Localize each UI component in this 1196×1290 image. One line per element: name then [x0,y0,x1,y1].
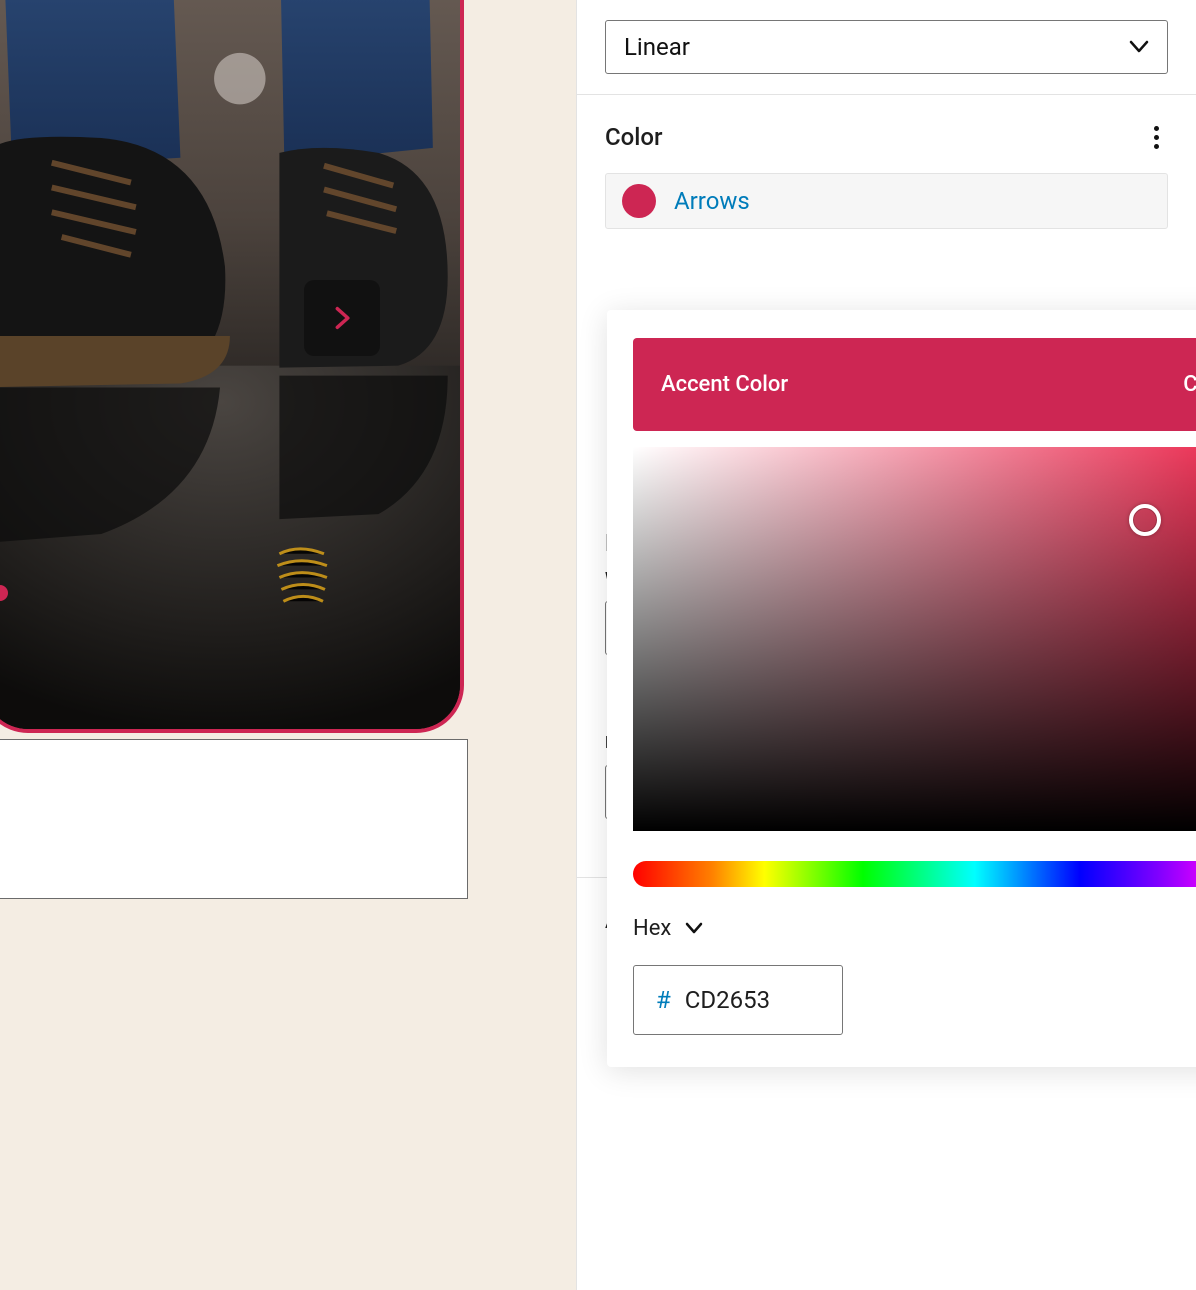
accent-color-title: Accent Color [661,372,788,397]
color-format-label: Hex [633,916,671,941]
slider-block[interactable] [0,0,464,733]
next-slide-button[interactable] [304,280,380,356]
color-item-arrows[interactable]: Arrows [605,173,1168,229]
sv-thumb[interactable] [1129,504,1161,536]
accent-color-hex: CD2653 [1183,372,1196,397]
accent-color-header: Accent Color CD2653 [633,338,1196,431]
caption-input[interactable] [0,739,468,899]
hash-icon: # [656,986,671,1014]
color-picker-popover: Accent Color CD2653 Hex # CD26 [607,310,1196,1067]
hue-slider[interactable] [633,861,1196,887]
slide-image [0,0,460,729]
arrows-swatch-icon [622,184,656,218]
settings-sidebar: Linear Color Arrows Bor WID [576,0,1196,1290]
color-section-title: Color [605,123,663,151]
editor-canvas [0,0,576,1290]
chevron-down-icon [685,922,703,934]
chevron-down-icon [1129,40,1149,54]
color-item-label: Arrows [674,187,750,215]
color-format-select[interactable]: Hex [633,916,703,941]
hex-input[interactable]: # CD2653 [633,965,843,1035]
chevron-right-icon [328,300,356,336]
hex-value: CD2653 [685,986,770,1014]
transition-select[interactable]: Linear [605,20,1168,74]
transition-selected: Linear [624,33,690,61]
color-options-menu-button[interactable] [1144,125,1168,149]
saturation-value-area[interactable] [633,447,1196,831]
